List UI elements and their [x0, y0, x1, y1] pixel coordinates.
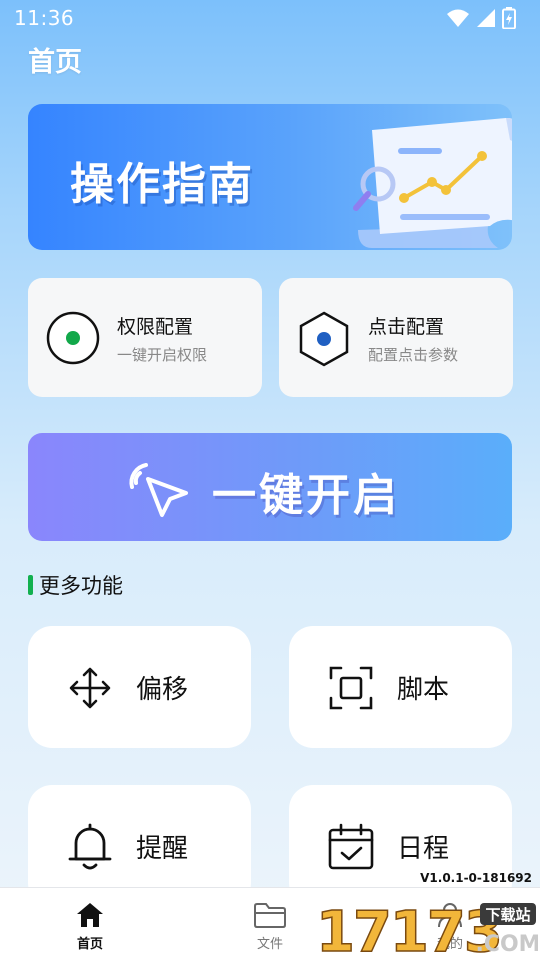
tab-home-label: 首页 — [76, 937, 103, 952]
hexagon-dot-icon — [299, 311, 349, 367]
frame-square-icon — [329, 666, 373, 710]
cursor-click-icon — [129, 463, 188, 517]
site-watermark-logo: 17173 下载站 .COM — [316, 899, 538, 957]
bell-icon — [68, 823, 112, 870]
move-arrows-icon — [69, 667, 111, 709]
feature-offset-label: 偏移 — [136, 675, 189, 705]
calendar-check-icon — [328, 823, 374, 870]
one-key-start-label: 一键开启 — [212, 470, 400, 521]
section-accent-bar — [28, 575, 33, 595]
svg-text:下载站: 下载站 — [485, 906, 530, 924]
click-config-subtitle: 配置点击参数 — [368, 346, 459, 364]
radio-dot-icon — [46, 311, 100, 365]
status-icons — [446, 7, 516, 29]
guide-banner[interactable]: 操作指南 — [28, 104, 512, 250]
wifi-icon — [447, 9, 469, 27]
click-config-title: 点击配置 — [368, 316, 445, 338]
status-bar: 11:36 — [0, 0, 540, 36]
more-features-title: 更多功能 — [39, 574, 123, 598]
more-features-header: 更多功能 — [28, 570, 123, 600]
version-label: V1.0.1-0-181692 — [420, 871, 532, 885]
report-chart-illustration — [353, 118, 512, 248]
permission-config-subtitle: 一键开启权限 — [117, 346, 208, 364]
page-title: 首页 — [28, 47, 82, 78]
svg-text:17173: 17173 — [316, 900, 501, 957]
signal-icon — [477, 9, 495, 27]
feature-schedule-label: 日程 — [397, 834, 450, 864]
click-config-card[interactable]: 点击配置 配置点击参数 — [279, 278, 513, 397]
feature-offset-card[interactable]: 偏移 — [28, 626, 251, 748]
tab-files-label: 文件 — [256, 937, 283, 952]
battery-icon — [502, 7, 516, 29]
svg-text:.COM: .COM — [475, 932, 538, 957]
status-time: 11:36 — [14, 6, 75, 30]
folder-icon — [254, 903, 286, 928]
guide-banner-title: 操作指南 — [70, 159, 254, 210]
feature-script-label: 脚本 — [397, 675, 450, 705]
permission-config-title: 权限配置 — [117, 316, 194, 338]
one-key-start-button[interactable]: 一键开启 — [28, 433, 512, 541]
home-icon — [77, 903, 103, 927]
feature-reminder-label: 提醒 — [136, 834, 189, 864]
tab-home[interactable]: 首页 — [40, 902, 140, 952]
tab-files[interactable]: 文件 — [220, 902, 320, 952]
permission-config-card[interactable]: 权限配置 一键开启权限 — [28, 278, 262, 397]
feature-script-card[interactable]: 脚本 — [289, 626, 512, 748]
